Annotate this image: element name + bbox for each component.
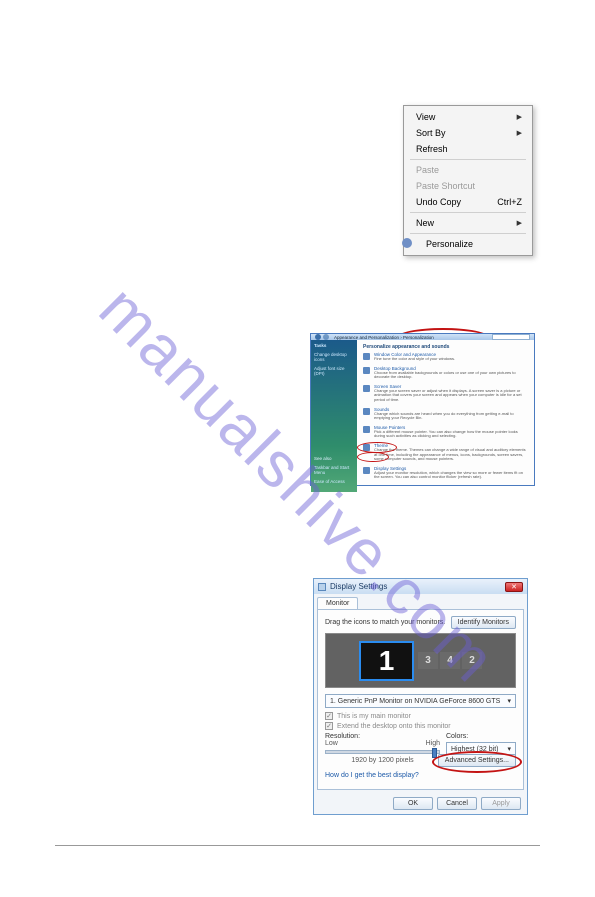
chevron-right-icon: ▶: [517, 113, 522, 121]
color-icon: [363, 353, 370, 360]
display-settings-dialog: Display Settings ✕ Monitor Drag the icon…: [313, 578, 528, 815]
option-desc: Change your screen saver or adjust when …: [374, 389, 528, 403]
ctx-label: Personalize: [426, 239, 473, 249]
ctx-label: Undo Copy: [416, 197, 461, 207]
background-icon: [363, 367, 370, 374]
option-sounds[interactable]: SoundsChange which sounds are heard when…: [363, 407, 528, 421]
option-desc: Adjust your monitor resolution, which ch…: [374, 471, 528, 480]
drag-instruction: Drag the icons to match your monitors.: [325, 619, 445, 626]
ctx-new[interactable]: New ▶: [404, 215, 532, 231]
resolution-slider[interactable]: [325, 750, 440, 754]
close-button[interactable]: ✕: [505, 582, 523, 592]
tab-page: Drag the icons to match your monitors. I…: [317, 609, 524, 790]
monitor-4[interactable]: 4: [440, 652, 460, 669]
resolution-label: Resolution:: [325, 733, 440, 740]
option-display-settings[interactable]: Display SettingsAdjust your monitor reso…: [363, 466, 528, 480]
monitor-icon: [363, 467, 370, 474]
mouse-icon: [363, 426, 370, 433]
separator: [410, 159, 526, 160]
desktop-context-menu: View ▶ Sort By ▶ Refresh Paste Paste Short…: [403, 105, 533, 256]
apply-button: Apply: [481, 797, 521, 810]
chevron-down-icon: ▾: [507, 745, 511, 753]
nav-forward-icon[interactable]: [323, 334, 329, 340]
extend-desktop-checkbox: ✓ Extend the desktop onto this monitor: [325, 722, 516, 730]
checkbox-icon: ✓: [325, 712, 333, 720]
identify-monitors-button[interactable]: Identify Monitors: [451, 616, 516, 629]
ctx-label: Refresh: [416, 144, 448, 154]
ctx-undo-copy[interactable]: Undo Copy Ctrl+Z: [404, 194, 532, 210]
option-desc: Change which sounds are heard when you d…: [374, 412, 528, 421]
colors-label: Colors:: [446, 733, 516, 740]
sidebar-link[interactable]: Change desktop icons: [314, 353, 354, 363]
ctx-paste-shortcut: Paste Shortcut: [404, 178, 532, 194]
dialog-titlebar: Display Settings ✕: [314, 579, 527, 594]
dialog-buttons: OK Cancel Apply: [314, 793, 527, 814]
cancel-button[interactable]: Cancel: [437, 797, 477, 810]
ctx-personalize[interactable]: Personalize: [404, 236, 532, 252]
monitor-stage[interactable]: 1 3 4 2: [325, 633, 516, 688]
sidebar: Tasks Change desktop icons Adjust font s…: [311, 340, 357, 492]
ctx-sortby[interactable]: Sort By ▶: [404, 125, 532, 141]
option-desc: Pick a different mouse pointer. You can …: [374, 430, 528, 439]
display-icon: [318, 583, 326, 591]
chevron-down-icon: ▾: [507, 697, 511, 705]
chevron-right-icon: ▶: [517, 129, 522, 137]
ctx-label: Paste: [416, 165, 439, 175]
monitor-selector-value: 1. Generic PnP Monitor on NVIDIA GeForce…: [330, 698, 500, 705]
sidebar-link[interactable]: Ease of Access: [314, 480, 354, 485]
option-desc: Change the theme. Themes can change a wi…: [374, 448, 528, 462]
ctx-label: Paste Shortcut: [416, 181, 475, 191]
page-title: Personalize appearance and sounds: [363, 344, 528, 350]
dialog-title: Display Settings: [330, 582, 387, 591]
separator: [410, 212, 526, 213]
option-screen-saver[interactable]: Screen SaverChange your screen saver or …: [363, 384, 528, 403]
ctx-shortcut: Ctrl+Z: [497, 197, 522, 207]
personalize-icon: [402, 238, 412, 248]
option-mouse-pointers[interactable]: Mouse PointersPick a different mouse poi…: [363, 425, 528, 439]
help-link[interactable]: How do I get the best display?: [325, 772, 419, 779]
annotation-ellipse: [432, 751, 522, 773]
chevron-right-icon: ▶: [517, 219, 522, 227]
ctx-paste: Paste: [404, 162, 532, 178]
sidebar-link[interactable]: Adjust font size (DPI): [314, 367, 354, 377]
page-footer-rule: [55, 845, 540, 846]
monitor-3[interactable]: 3: [418, 652, 438, 669]
checkbox-label: This is my main monitor: [337, 713, 411, 720]
sound-icon: [363, 408, 370, 415]
annotation-ellipse: [357, 452, 389, 462]
personalization-window: Appearance and Personalization › Persona…: [310, 333, 535, 486]
ctx-refresh[interactable]: Refresh: [404, 141, 532, 157]
tab-monitor[interactable]: Monitor: [317, 597, 358, 609]
separator: [410, 233, 526, 234]
sidebar-heading: Tasks: [314, 344, 354, 349]
sidebar-heading: See also: [314, 457, 354, 462]
option-desc: Choose from available backgrounds or col…: [374, 371, 528, 380]
ctx-label: Sort By: [416, 128, 446, 138]
option-desktop-background[interactable]: Desktop BackgroundChoose from available …: [363, 366, 528, 380]
resolution-value: 1920 by 1200 pixels: [325, 757, 440, 764]
option-desc: Fine tune the color and style of your wi…: [374, 357, 455, 362]
slider-high: High: [426, 740, 440, 747]
checkbox-label: Extend the desktop onto this monitor: [337, 723, 451, 730]
main-monitor-checkbox: ✓ This is my main monitor: [325, 712, 516, 720]
ctx-label: New: [416, 218, 434, 228]
ctx-label: View: [416, 112, 435, 122]
screensaver-icon: [363, 385, 370, 392]
monitor-2[interactable]: 2: [462, 652, 482, 669]
monitor-selector[interactable]: 1. Generic PnP Monitor on NVIDIA GeForce…: [325, 694, 516, 708]
sidebar-link[interactable]: Taskbar and Start Menu: [314, 466, 354, 476]
slider-low: Low: [325, 740, 338, 747]
window-content: Personalize appearance and sounds Window…: [357, 340, 534, 492]
breadcrumb: Appearance and Personalization › Persona…: [334, 335, 434, 340]
ctx-view[interactable]: View ▶: [404, 109, 532, 125]
ok-button[interactable]: OK: [393, 797, 433, 810]
checkbox-icon: ✓: [325, 722, 333, 730]
monitor-1[interactable]: 1: [359, 641, 414, 681]
option-window-color[interactable]: Window Color and AppearanceFine tune the…: [363, 352, 528, 362]
